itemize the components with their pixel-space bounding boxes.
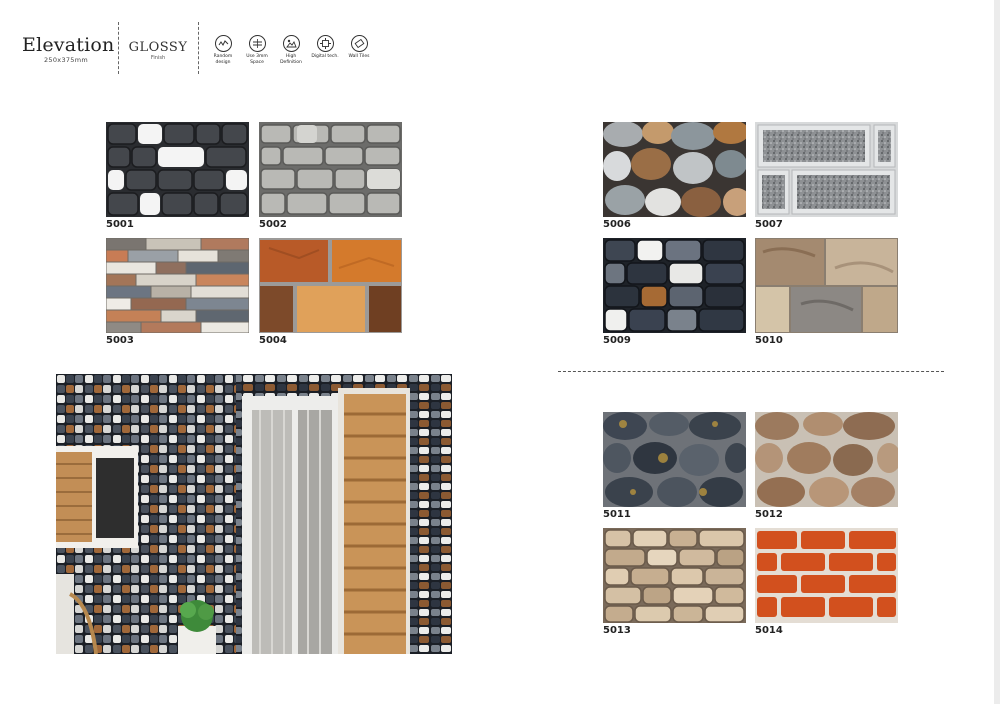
tile-code: 5012 [755,509,783,520]
tile-5007-image [755,122,898,217]
random-design-icon [214,35,232,52]
tile-5006-image [603,122,746,217]
tile-5004-image [259,238,402,333]
tile-code: 5010 [755,335,783,346]
header-separator [118,22,119,74]
finish-subtitle: Finish [150,55,166,61]
feature-random-design: Random design [208,35,238,65]
tile-5010-image [755,238,898,333]
tile-5013-image [603,528,746,623]
tile-5003-image [106,238,249,333]
spacer-icon [248,35,266,52]
high-definition-icon [282,35,300,52]
digital-tech-icon [316,35,334,52]
feature-wall-tiles: Wall Tiles [344,35,374,65]
tile-5014-image [755,528,898,623]
tile-code: 5006 [603,219,631,230]
tile-code: 5011 [603,509,631,520]
page-edge [994,0,1000,704]
feature-label: Random design [213,54,233,65]
tile-5009-image [603,238,746,333]
feature-spacer: Use 3mm Space [242,35,272,65]
tile-5001-image [106,122,249,217]
tile-code: 5004 [259,335,287,346]
tile-code: 5009 [603,335,631,346]
finish-block: GLOSSY Finish [128,40,188,61]
brand-block: Elevation 250x375mm [22,34,115,64]
feature-high-definition: High Definition [276,35,306,65]
wall-tiles-icon [350,35,368,52]
tile-code: 5003 [106,335,134,346]
tile-code: 5013 [603,625,631,636]
tile-code: 5001 [106,219,134,230]
tile-size: 250x375mm [43,56,89,64]
tile-code: 5014 [755,625,783,636]
feature-label: Use 3mm Space [246,54,268,65]
tile-code: 5007 [755,219,783,230]
room-preview-image [56,374,452,654]
feature-label: High Definition [280,54,302,65]
feature-digital-tech: Digital tech. [310,35,340,65]
section-divider [558,371,944,372]
feature-label: Digital tech. [311,54,339,59]
tile-5002-image [259,122,402,217]
finish-title: GLOSSY [128,40,188,55]
header-separator [198,22,199,74]
tile-5011-image [603,412,746,507]
collection-title: Elevation [22,34,115,56]
feature-label: Wall Tiles [348,54,370,59]
tile-5012-image [755,412,898,507]
tile-code: 5002 [259,219,287,230]
feature-icons: Random design Use 3mm Space High Definit… [208,35,374,65]
